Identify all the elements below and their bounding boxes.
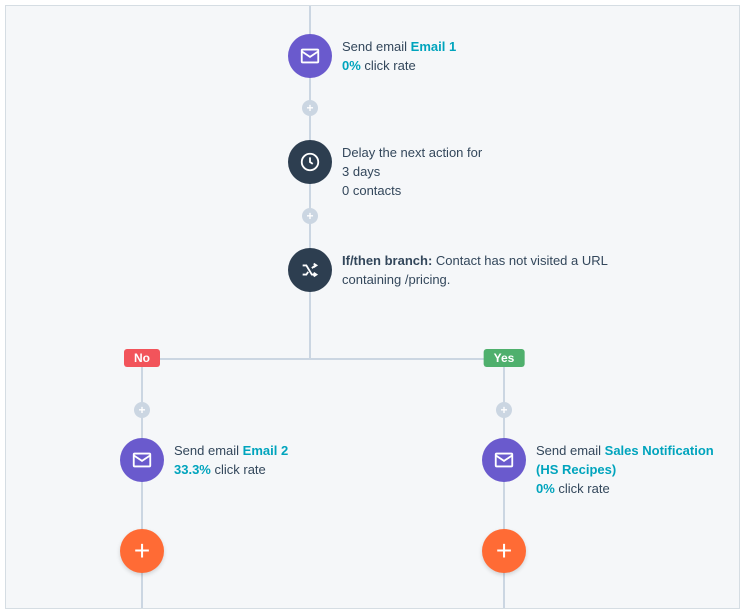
clock-icon (288, 140, 332, 184)
node-text: Send email Sales Notification (HS Recipe… (536, 438, 739, 499)
stat-label: click rate (555, 481, 610, 496)
email-icon (482, 438, 526, 482)
add-action-button[interactable]: + (120, 529, 164, 573)
node-text: If/then branch: Contact has not visited … (342, 248, 612, 290)
branch-badge-no: No (124, 349, 160, 367)
delay-line2: 3 days (342, 163, 482, 182)
node-text: Delay the next action for 3 days 0 conta… (342, 140, 482, 201)
stat-label: click rate (361, 58, 416, 73)
shuffle-icon (288, 248, 332, 292)
node-text: Send email Email 2 33.3% click rate (174, 438, 288, 480)
email-link[interactable]: Email 1 (411, 39, 457, 54)
add-step-dot[interactable]: + (496, 402, 512, 418)
email-node-2[interactable]: Send email Email 2 33.3% click rate (120, 438, 288, 482)
add-step-dot[interactable]: + (302, 208, 318, 224)
delay-node[interactable]: Delay the next action for 3 days 0 conta… (288, 140, 482, 201)
branch-badge-yes: Yes (484, 349, 525, 367)
action-label: Send email (342, 39, 411, 54)
email-link[interactable]: Email 2 (243, 443, 289, 458)
branch-label: If/then branch: (342, 253, 432, 268)
stat-label: click rate (211, 462, 266, 477)
delay-line3: 0 contacts (342, 182, 482, 201)
stat-value: 33.3% (174, 462, 211, 477)
add-step-dot[interactable]: + (134, 402, 150, 418)
stat-value: 0% (536, 481, 555, 496)
action-label: Send email (536, 443, 605, 458)
branch-node[interactable]: If/then branch: Contact has not visited … (288, 248, 612, 292)
email-icon (288, 34, 332, 78)
node-text: Send email Email 1 0% click rate (342, 34, 456, 76)
add-action-button[interactable]: + (482, 529, 526, 573)
delay-line1: Delay the next action for (342, 144, 482, 163)
connector-line (141, 358, 505, 360)
email-icon (120, 438, 164, 482)
stat-value: 0% (342, 58, 361, 73)
action-label: Send email (174, 443, 243, 458)
email-node-3[interactable]: Send email Sales Notification (HS Recipe… (482, 438, 739, 499)
email-node-1[interactable]: Send email Email 1 0% click rate (288, 34, 456, 78)
workflow-canvas[interactable]: + + + + Send email Email 1 0% click rate… (5, 5, 740, 609)
add-step-dot[interactable]: + (302, 100, 318, 116)
